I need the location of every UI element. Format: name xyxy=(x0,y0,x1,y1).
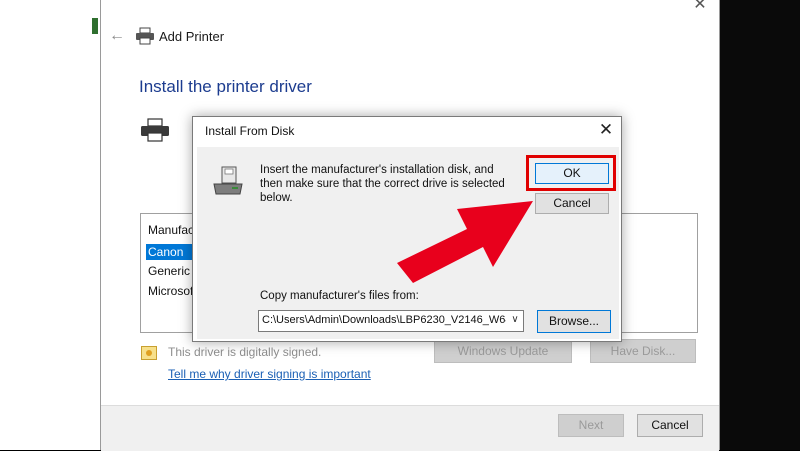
driver-signing-link[interactable]: Tell me why driver signing is important xyxy=(168,367,371,381)
page-heading: Install the printer driver xyxy=(139,77,312,96)
list-item[interactable]: Microsoft xyxy=(146,283,199,299)
background-window-strip xyxy=(0,0,100,450)
red-arrow-annotation-icon xyxy=(397,201,533,283)
signed-status-text: This driver is digitally signed. xyxy=(168,345,322,359)
wizard-footer xyxy=(101,405,719,451)
cancel-button[interactable]: Cancel xyxy=(637,414,703,437)
printers-list[interactable] xyxy=(620,213,698,333)
cancel-button[interactable]: Cancel xyxy=(535,193,609,214)
source-path-value[interactable]: C:\Users\Admin\Downloads\LBP6230_V2146_W… xyxy=(262,314,506,326)
close-icon[interactable]: ✕ xyxy=(688,0,712,14)
back-arrow-icon[interactable]: ← xyxy=(109,27,125,45)
windows-update-button[interactable]: Windows Update xyxy=(434,339,572,363)
certificate-icon xyxy=(141,346,157,360)
dialog-title: Install From Disk xyxy=(205,124,295,138)
next-button[interactable]: Next xyxy=(558,414,624,437)
disk-drive-icon xyxy=(213,166,243,195)
printer-icon xyxy=(136,27,154,45)
browse-button[interactable]: Browse... xyxy=(537,310,611,333)
desktop-background xyxy=(720,0,800,450)
have-disk-button[interactable]: Have Disk... xyxy=(590,339,696,363)
list-item[interactable]: Generic xyxy=(146,263,192,279)
close-icon[interactable]: ✕ xyxy=(597,120,615,140)
window-title: Add Printer xyxy=(159,29,225,44)
printer-icon xyxy=(141,118,169,142)
desktop-icon-fragment xyxy=(92,18,98,34)
chevron-down-icon[interactable]: ∨ xyxy=(508,312,522,328)
manufacturer-column-header: Manufact xyxy=(148,223,198,237)
